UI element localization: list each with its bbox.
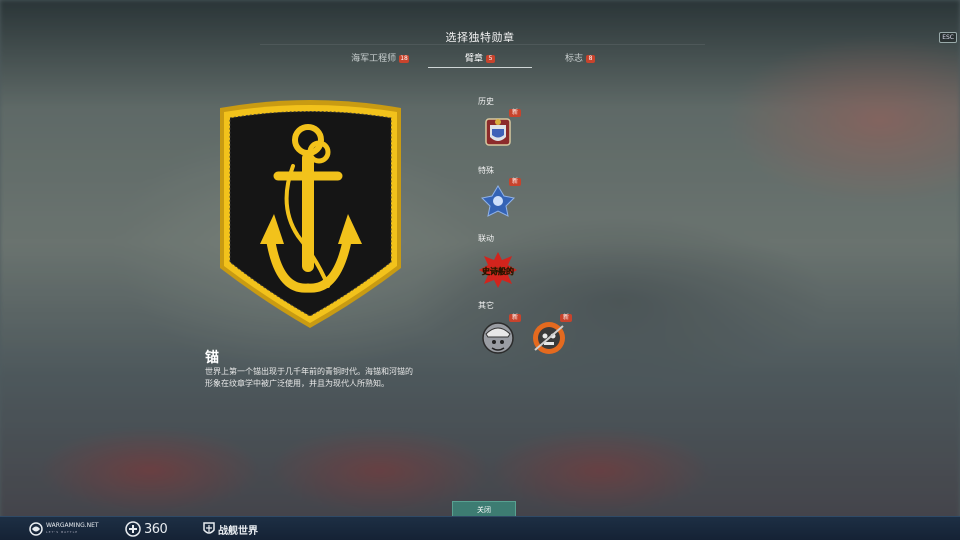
patch-history-item[interactable]: 新	[478, 109, 521, 153]
epic-comic-label: 史诗般的	[482, 266, 514, 276]
world-of-warships-text: 战舰世界	[218, 525, 258, 537]
tab-label: 海军工程师	[351, 54, 397, 64]
patch-collab-item[interactable]: 史诗般的	[478, 250, 518, 290]
dialog-title: 选择独特勋章	[445, 31, 515, 44]
category-label-other: 其它	[478, 301, 494, 310]
patch-special-item[interactable]: 新	[478, 178, 521, 222]
tab-symbols[interactable]: 标志 8	[530, 51, 630, 71]
close-button[interactable]: 关闭	[452, 501, 516, 517]
dialog-header: 选择独特勋章 ESC 海军工程师 18 臂章 5 标志 8	[0, 0, 960, 75]
tab-count-badge: 8	[586, 55, 595, 63]
tab-label: 标志	[564, 54, 583, 64]
patch-other-item-1[interactable]: 新	[478, 314, 521, 358]
category-label-special: 特殊	[478, 166, 494, 175]
tab-patches[interactable]: 臂章 5	[428, 51, 532, 71]
tab-label: 臂章	[464, 54, 483, 64]
tab-bar: 海军工程师 18 臂章 5 标志 8	[330, 51, 630, 71]
wargaming-tagline: LET'S BATTLE	[46, 530, 79, 534]
anchor-icon	[220, 100, 401, 328]
selected-item-description: 世界上第一个锚出现于几千年前的青铜时代。海锚和河锚的形象在纹章学中被广泛使用，并…	[205, 367, 413, 388]
tab-count-badge: 18	[399, 55, 409, 63]
marine-character-icon	[482, 322, 514, 354]
anchor-patch-preview	[208, 96, 413, 336]
skull-diver-icon	[533, 322, 565, 354]
heraldic-shield-icon	[485, 118, 511, 146]
epic-comic-icon: 史诗般的	[479, 252, 517, 288]
category-label-history: 历史	[478, 97, 494, 106]
new-badge: 新	[508, 178, 521, 186]
new-badge: 新	[508, 314, 521, 322]
wargaming-logo-icon	[29, 522, 43, 536]
new-badge: 新	[559, 314, 572, 322]
360-logo: 360	[125, 521, 168, 537]
footer-bar: WARGAMING.NET LET'S BATTLE 360 战舰世界	[0, 516, 960, 540]
new-badge: 新	[508, 109, 521, 117]
tab-naval-engineer[interactable]: 海军工程师 18	[330, 51, 430, 71]
patch-other-item-2[interactable]: 新	[529, 314, 572, 358]
world-of-warships-logo: 战舰世界	[203, 521, 258, 537]
wargaming-name: WARGAMING.NET	[46, 522, 99, 529]
category-label-collab: 联动	[478, 234, 494, 243]
blue-emblem-icon	[480, 185, 516, 217]
wargaming-logo: WARGAMING.NET LET'S BATTLE	[29, 521, 99, 537]
360-logo-text: 360	[144, 521, 168, 537]
360-logo-icon	[125, 521, 141, 537]
tab-count-badge: 5	[486, 55, 495, 63]
header-divider	[260, 44, 705, 45]
selected-item-title: 锚	[205, 350, 219, 366]
esc-key-hint[interactable]: ESC	[939, 32, 957, 43]
warships-shield-icon	[203, 522, 215, 534]
